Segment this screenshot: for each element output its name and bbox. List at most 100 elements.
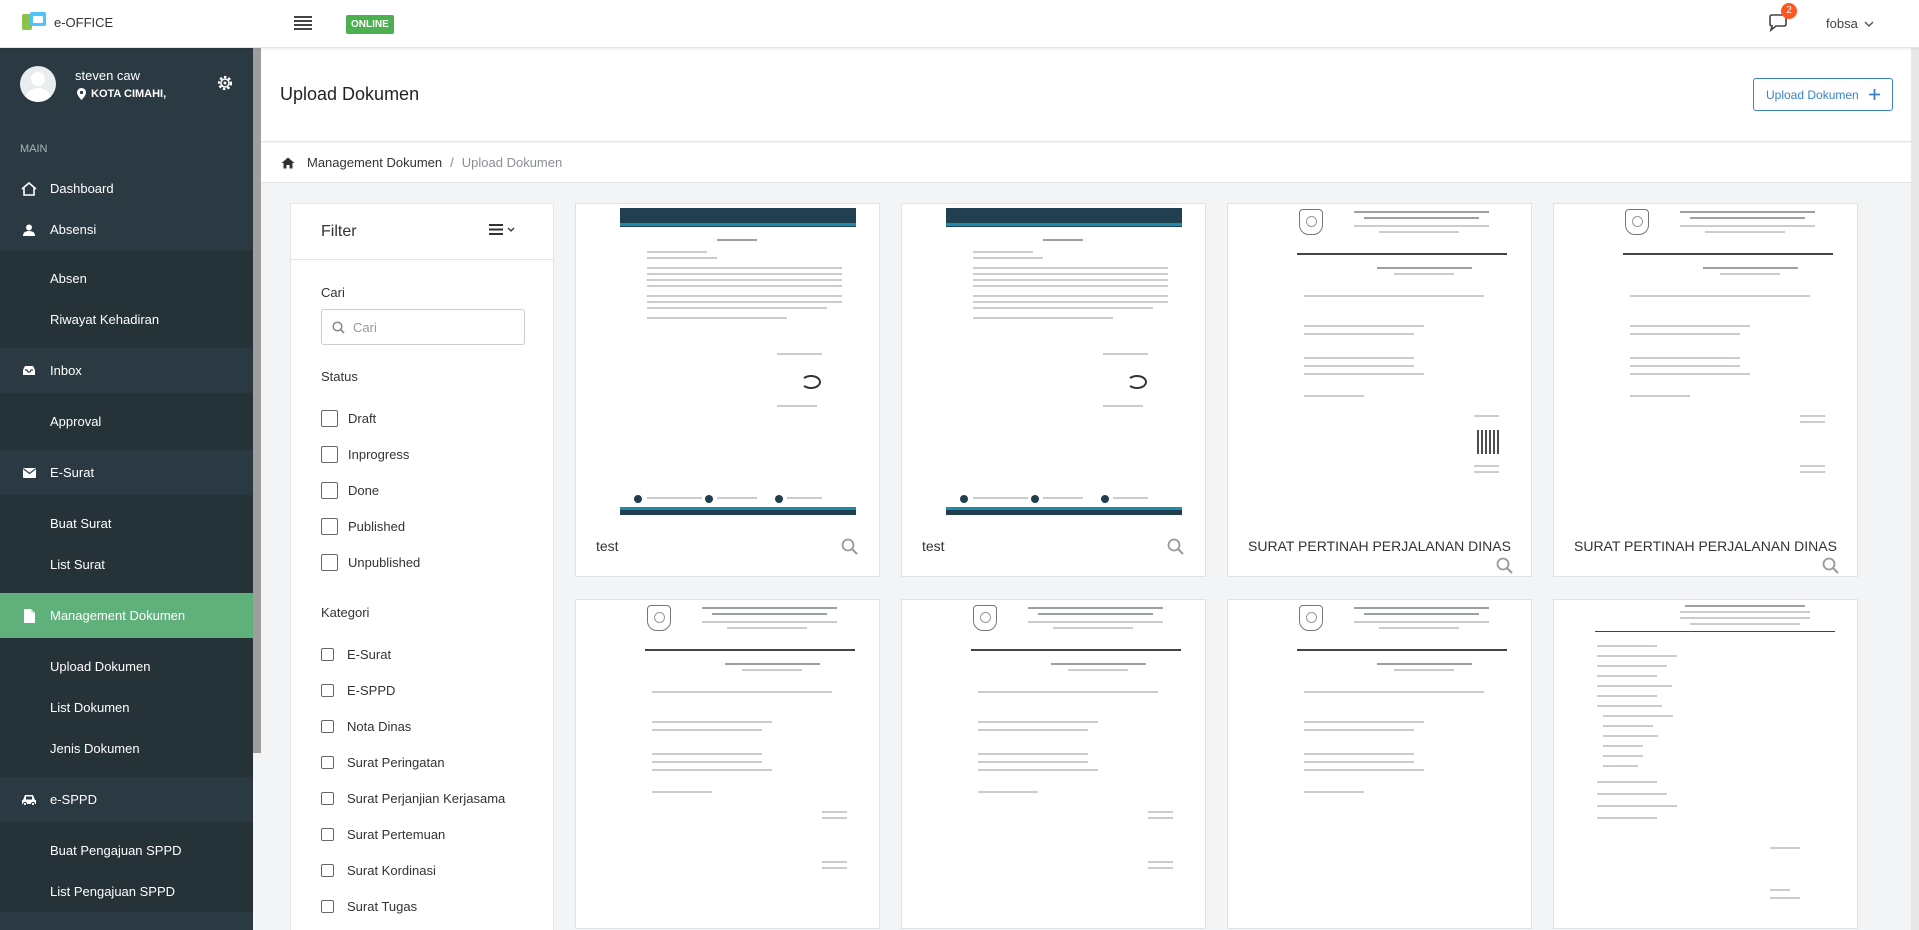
- sidebar-item-e-surat[interactable]: E-Surat: [0, 450, 253, 495]
- sidebar-item-list-surat[interactable]: List Surat: [0, 544, 253, 593]
- search-icon[interactable]: [841, 538, 858, 555]
- gear-icon[interactable]: [216, 74, 234, 92]
- sidebar-item-buat-surat[interactable]: Buat Surat: [0, 495, 253, 544]
- sidebar-item-list-dokumen[interactable]: List Dokumen: [0, 687, 253, 728]
- category-checkbox-surat-tugas[interactable]: Surat Tugas: [321, 899, 417, 914]
- app-name: e-OFFICE: [54, 14, 114, 30]
- checkbox[interactable]: [321, 864, 334, 877]
- category-checkbox-surat-peringatan[interactable]: Surat Peringatan: [321, 755, 445, 770]
- document-card[interactable]: [901, 599, 1206, 929]
- checkbox[interactable]: [321, 720, 334, 733]
- page-title: Upload Dokumen: [280, 84, 420, 104]
- status-checkbox-done[interactable]: Done: [321, 482, 379, 499]
- checkbox[interactable]: [321, 410, 338, 427]
- sidebar-item-jenis-dokumen[interactable]: Jenis Dokumen: [0, 728, 253, 777]
- page-scrollbar[interactable]: [1911, 48, 1919, 930]
- checkbox[interactable]: [321, 756, 334, 769]
- search-input[interactable]: [353, 319, 513, 335]
- breadcrumb-separator: /: [450, 155, 454, 170]
- document-thumbnail: [1555, 601, 1857, 911]
- checkbox[interactable]: [321, 446, 338, 463]
- document-title: SURAT PERTINAH PERJALANAN DINAS: [1574, 538, 1837, 554]
- home-icon: [20, 181, 38, 197]
- search-icon[interactable]: [1496, 557, 1513, 574]
- document-card[interactable]: test: [901, 203, 1206, 577]
- user-menu[interactable]: fobsa: [1826, 16, 1874, 31]
- document-card[interactable]: [1553, 599, 1858, 929]
- document-title: test: [922, 538, 945, 554]
- list-icon: [489, 224, 503, 235]
- checkbox[interactable]: [321, 482, 338, 499]
- checkbox[interactable]: [321, 828, 334, 841]
- breadcrumb-current: Upload Dokumen: [461, 155, 563, 170]
- sidebar-item-absensi[interactable]: Absensi: [0, 209, 253, 250]
- checkbox[interactable]: [321, 554, 338, 571]
- sidebar-item-buat-pengajuan-sppd[interactable]: Buat Pengajuan SPPD: [0, 822, 253, 871]
- filter-title: Filter: [321, 223, 357, 240]
- sidebar-item-inbox[interactable]: Inbox: [0, 348, 253, 393]
- sidebar-scrollbar[interactable]: [253, 48, 261, 753]
- checkbox[interactable]: [321, 648, 334, 661]
- sidebar-item-riwayat-kehadiran[interactable]: Riwayat Kehadiran: [0, 299, 253, 348]
- category-checkbox-e-surat[interactable]: E-Surat: [321, 647, 391, 662]
- category-checkbox-nota-dinas[interactable]: Nota Dinas: [321, 719, 411, 734]
- sidebar: steven caw KOTA CIMAHI, MAIN Dashboard A…: [0, 48, 253, 930]
- page-header: Upload Dokumen Upload Dokumen: [261, 48, 1911, 142]
- sidebar-item-absen[interactable]: Absen: [0, 250, 253, 299]
- category-checkbox-surat-pertemuan[interactable]: Surat Pertemuan: [321, 827, 445, 842]
- sidebar-nav: Dashboard Absensi Absen Riwayat Kehadira…: [0, 168, 253, 912]
- sidebar-item-upload-dokumen[interactable]: Upload Dokumen: [0, 638, 253, 687]
- checkbox[interactable]: [321, 900, 334, 913]
- user-icon: [20, 222, 38, 238]
- profile-name: steven caw: [75, 68, 141, 83]
- brand[interactable]: e-OFFICE: [22, 12, 113, 32]
- plus-icon: [1868, 89, 1880, 100]
- search-field[interactable]: [321, 309, 525, 345]
- avatar[interactable]: [20, 66, 56, 102]
- document-thumbnail: [903, 205, 1205, 515]
- kategori-label: Kategori: [321, 605, 370, 620]
- search-icon[interactable]: [1822, 557, 1839, 574]
- document-card[interactable]: test: [575, 203, 880, 577]
- menu-toggle-icon[interactable]: [294, 16, 312, 30]
- status-checkbox-inprogress[interactable]: Inprogress: [321, 446, 409, 463]
- document-thumbnail: [1229, 205, 1531, 515]
- checkbox[interactable]: [321, 518, 338, 535]
- status-checkbox-draft[interactable]: Draft: [321, 410, 376, 427]
- filter-options-toggle[interactable]: [489, 224, 515, 235]
- car-icon: [20, 792, 38, 808]
- sidebar-item-dashboard[interactable]: Dashboard: [0, 168, 253, 209]
- username: fobsa: [1826, 16, 1858, 31]
- category-checkbox-surat-perjanjian-kerjasama[interactable]: Surat Perjanjian Kerjasama: [321, 791, 505, 806]
- checkbox[interactable]: [321, 684, 334, 697]
- sidebar-item-e-sppd[interactable]: e-SPPD: [0, 777, 253, 822]
- document-card[interactable]: SURAT PERTINAH PERJALANAN DINAS: [1227, 203, 1532, 577]
- status-checkbox-unpublished[interactable]: Unpublished: [321, 554, 420, 571]
- document-card[interactable]: SURAT PERTINAH PERJALANAN DINAS: [1553, 203, 1858, 577]
- status-checkbox-published[interactable]: Published: [321, 518, 405, 535]
- document-title: SURAT PERTINAH PERJALANAN DINAS: [1248, 538, 1511, 554]
- search-label: Cari: [321, 285, 345, 300]
- top-bar: e-OFFICE ONLINE 2 fobsa: [0, 0, 1919, 48]
- category-checkbox-surat-kordinasi[interactable]: Surat Kordinasi: [321, 863, 436, 878]
- breadcrumb: Management Dokumen / Upload Dokumen: [261, 143, 1911, 183]
- status-label: Status: [321, 369, 358, 384]
- upload-dokumen-button[interactable]: Upload Dokumen: [1753, 78, 1893, 111]
- breadcrumb-management-dokumen[interactable]: Management Dokumen: [307, 155, 442, 170]
- map-pin-icon: [77, 88, 86, 100]
- home-icon[interactable]: [281, 157, 295, 169]
- sidebar-item-approval[interactable]: Approval: [0, 393, 253, 450]
- chevron-down-icon: [507, 227, 515, 232]
- filter-header: Filter: [291, 204, 555, 260]
- user-profile: steven caw KOTA CIMAHI,: [20, 66, 240, 116]
- document-card[interactable]: [575, 599, 880, 929]
- sidebar-item-management-dokumen[interactable]: Management Dokumen: [0, 593, 253, 638]
- profile-location: KOTA CIMAHI,: [77, 88, 166, 100]
- inbox-icon: [20, 363, 38, 379]
- document-title: test: [596, 538, 619, 554]
- document-card[interactable]: [1227, 599, 1532, 929]
- category-checkbox-e-sppd[interactable]: E-SPPD: [321, 683, 395, 698]
- sidebar-item-list-pengajuan-sppd[interactable]: List Pengajuan SPPD: [0, 871, 253, 912]
- checkbox[interactable]: [321, 792, 334, 805]
- search-icon[interactable]: [1167, 538, 1184, 555]
